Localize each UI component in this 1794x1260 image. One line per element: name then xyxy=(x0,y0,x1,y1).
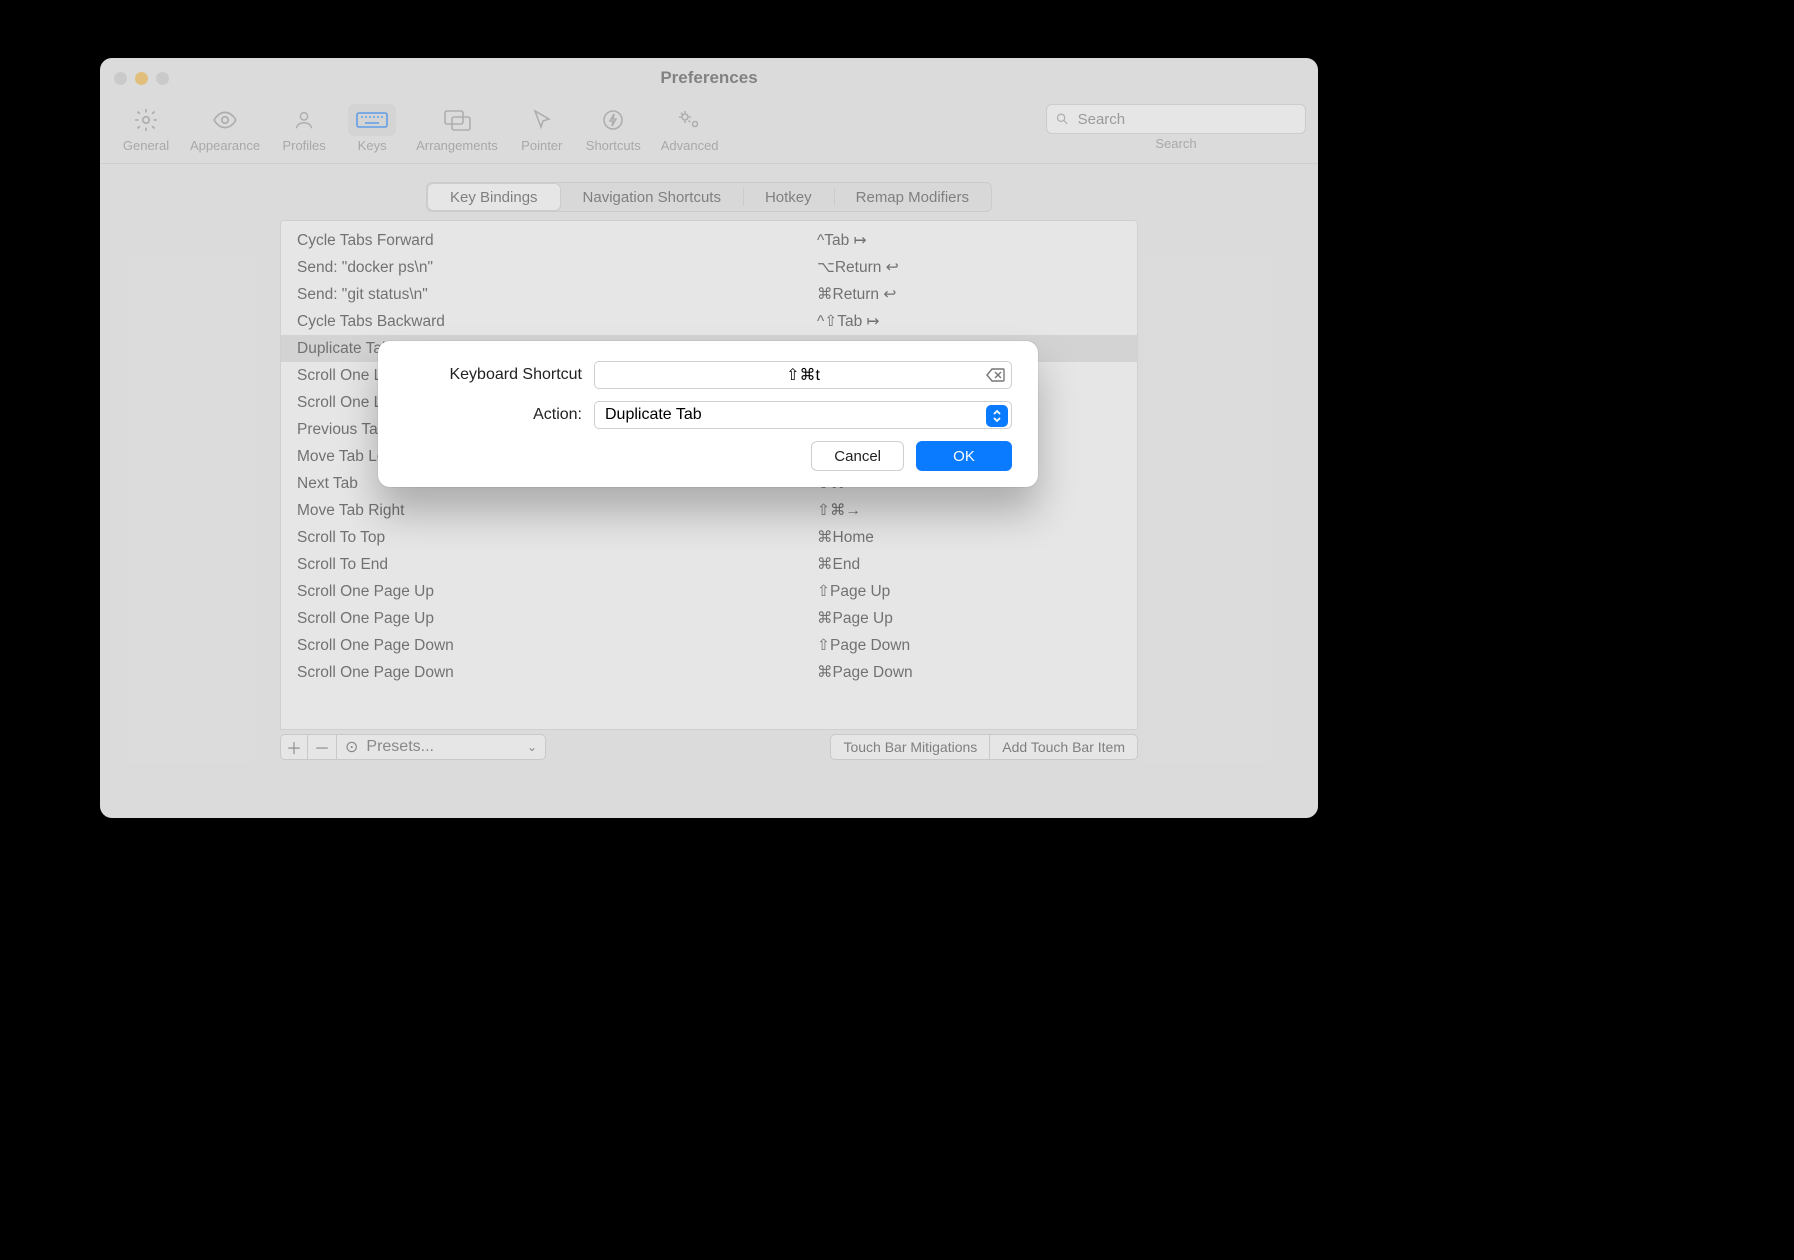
key-binding-row[interactable]: Scroll One Page Down⌘Page Down xyxy=(281,659,1137,686)
gears-icon xyxy=(666,104,714,136)
tab-appearance[interactable]: Appearance xyxy=(180,104,270,153)
person-icon xyxy=(280,104,328,136)
action-value: Duplicate Tab xyxy=(605,406,702,424)
chevron-down-icon: ⌄ xyxy=(527,740,537,754)
tab-label: Profiles xyxy=(282,138,325,153)
key-binding-action: Scroll One Page Down xyxy=(297,664,817,682)
key-binding-action: Scroll One Page Down xyxy=(297,637,817,655)
key-binding-action: Scroll One Page Up xyxy=(297,583,817,601)
toolbar: General Appearance Profiles Keys Arrange… xyxy=(100,98,1318,164)
eye-icon xyxy=(201,104,249,136)
tab-label: Pointer xyxy=(521,138,562,153)
key-binding-row[interactable]: Send: "git status\n"⌘Return ↩ xyxy=(281,281,1137,308)
key-binding-shortcut: ^Tab ↦ xyxy=(817,231,1121,250)
subtabs: Key Bindings Navigation Shortcuts Hotkey… xyxy=(426,182,992,212)
shortcut-input[interactable]: ⇧⌘t xyxy=(594,361,1012,389)
search-field[interactable] xyxy=(1076,110,1297,129)
ok-button[interactable]: OK xyxy=(916,441,1012,471)
key-binding-action: Send: "docker ps\n" xyxy=(297,259,817,277)
key-binding-row[interactable]: Send: "docker ps\n"⌥Return ↩ xyxy=(281,254,1137,281)
presets-dropdown[interactable]: ⊙ Presets... ⌄ xyxy=(336,734,546,760)
bolt-icon xyxy=(589,104,637,136)
key-binding-action: Cycle Tabs Forward xyxy=(297,232,817,250)
close-icon[interactable] xyxy=(114,72,127,85)
subtab-key-bindings[interactable]: Key Bindings xyxy=(428,184,560,210)
tab-pointer[interactable]: Pointer xyxy=(508,104,576,153)
tab-label: Appearance xyxy=(190,138,260,153)
subtab-navigation-shortcuts[interactable]: Navigation Shortcuts xyxy=(561,183,743,211)
tab-advanced[interactable]: Advanced xyxy=(651,104,729,153)
touch-bar-mitigations-button[interactable]: Touch Bar Mitigations xyxy=(830,734,990,760)
subtab-hotkey[interactable]: Hotkey xyxy=(743,183,834,211)
key-binding-shortcut: ⌘Home xyxy=(817,528,1121,547)
key-binding-action: Move Tab Right xyxy=(297,502,817,520)
key-binding-shortcut: ⌘End xyxy=(817,555,1121,574)
window-title: Preferences xyxy=(100,68,1318,88)
presets-label: Presets... xyxy=(366,738,434,756)
edit-key-binding-dialog: Keyboard Shortcut ⇧⌘t Action: Duplicate … xyxy=(378,341,1038,487)
tab-label: Arrangements xyxy=(416,138,498,153)
tab-label: Keys xyxy=(358,138,387,153)
key-binding-row[interactable]: Cycle Tabs Forward^Tab ↦ xyxy=(281,227,1137,254)
key-binding-row[interactable]: Scroll To End⌘End xyxy=(281,551,1137,578)
action-select[interactable]: Duplicate Tab xyxy=(594,401,1012,429)
chevron-up-down-icon xyxy=(986,405,1008,427)
key-binding-action: Scroll To Top xyxy=(297,529,817,547)
key-binding-shortcut: ⌥Return ↩ xyxy=(817,258,1121,277)
backspace-icon xyxy=(986,367,1006,383)
tab-arrangements[interactable]: Arrangements xyxy=(406,104,508,153)
add-button[interactable]: ＋ xyxy=(280,734,308,760)
key-binding-shortcut: ⇧Page Up xyxy=(817,582,1121,601)
key-binding-shortcut: ⌘Return ↩ xyxy=(817,285,1121,304)
ellipsis-icon: ⊙ xyxy=(345,737,358,757)
key-binding-shortcut: ⇧Page Down xyxy=(817,636,1121,655)
shortcut-label: Keyboard Shortcut xyxy=(404,366,594,384)
key-binding-row[interactable]: Scroll One Page Up⇧Page Up xyxy=(281,578,1137,605)
shortcut-value: ⇧⌘t xyxy=(786,365,820,385)
key-binding-action: Cycle Tabs Backward xyxy=(297,313,817,331)
key-binding-action: Send: "git status\n" xyxy=(297,286,817,304)
search-label: Search xyxy=(1155,136,1196,151)
keyboard-icon xyxy=(348,104,396,136)
tab-label: Shortcuts xyxy=(586,138,641,153)
windows-icon xyxy=(433,104,481,136)
key-binding-action: Scroll To End xyxy=(297,556,817,574)
action-label: Action: xyxy=(404,406,594,424)
gear-icon xyxy=(122,104,170,136)
preferences-window: Preferences General Appearance Profiles … xyxy=(100,58,1318,818)
clear-shortcut-button[interactable] xyxy=(985,365,1007,385)
remove-button[interactable]: － xyxy=(308,734,336,760)
search-wrap: Search xyxy=(1046,104,1306,151)
tab-profiles[interactable]: Profiles xyxy=(270,104,338,153)
window-controls xyxy=(114,72,169,85)
search-input[interactable] xyxy=(1046,104,1306,134)
key-binding-shortcut: ⌘Page Up xyxy=(817,609,1121,628)
key-binding-action: Scroll One Page Up xyxy=(297,610,817,628)
add-touch-bar-item-button[interactable]: Add Touch Bar Item xyxy=(990,734,1138,760)
key-binding-row[interactable]: Move Tab Right⇧⌘→ xyxy=(281,497,1137,524)
zoom-icon[interactable] xyxy=(156,72,169,85)
cancel-button[interactable]: Cancel xyxy=(811,441,904,471)
key-binding-shortcut: ^⇧Tab ↦ xyxy=(817,312,1121,331)
key-binding-shortcut: ⇧⌘→ xyxy=(817,501,1121,520)
search-icon xyxy=(1055,111,1070,127)
key-binding-shortcut: ⌘Page Down xyxy=(817,663,1121,682)
tab-keys[interactable]: Keys xyxy=(338,104,406,153)
minimize-icon[interactable] xyxy=(135,72,148,85)
key-binding-row[interactable]: Scroll One Page Up⌘Page Up xyxy=(281,605,1137,632)
tab-general[interactable]: General xyxy=(112,104,180,153)
pointer-icon xyxy=(518,104,566,136)
tab-shortcuts[interactable]: Shortcuts xyxy=(576,104,651,153)
key-binding-row[interactable]: Scroll One Page Down⇧Page Down xyxy=(281,632,1137,659)
key-binding-row[interactable]: Scroll To Top⌘Home xyxy=(281,524,1137,551)
key-binding-row[interactable]: Cycle Tabs Backward^⇧Tab ↦ xyxy=(281,308,1137,335)
subtab-remap-modifiers[interactable]: Remap Modifiers xyxy=(834,183,991,211)
titlebar: Preferences xyxy=(100,58,1318,98)
tab-label: General xyxy=(123,138,169,153)
list-footer: ＋ － ⊙ Presets... ⌄ Touch Bar Mitigations… xyxy=(280,730,1138,764)
tab-label: Advanced xyxy=(661,138,719,153)
